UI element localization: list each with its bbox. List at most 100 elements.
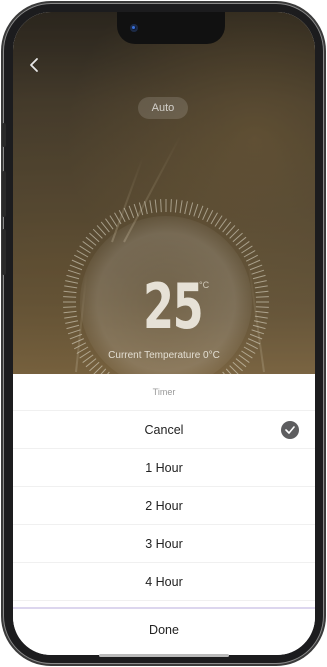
dial-tick: [114, 212, 122, 225]
dial-tick: [63, 296, 77, 298]
dial-tick: [255, 290, 269, 294]
dial-tick: [174, 199, 178, 213]
dial-tick: [232, 232, 243, 243]
dial-tick: [63, 290, 77, 294]
dial-tick: [123, 207, 130, 220]
temperature-unit: °C: [199, 280, 210, 290]
dial-tick: [63, 306, 77, 308]
dial-tick: [210, 212, 218, 225]
dial-tick: [96, 225, 107, 236]
dial-tick: [222, 221, 232, 233]
dial-tick: [64, 315, 78, 319]
dial-tick: [63, 310, 77, 314]
dial-tick: [64, 285, 78, 289]
dial-tick: [89, 232, 100, 243]
dial-tick: [254, 285, 268, 289]
dial-tick: [67, 329, 81, 335]
dial-tick: [73, 342, 87, 350]
dial-tick: [67, 269, 81, 275]
dial-tick: [118, 209, 126, 223]
sheet-title: Timer: [13, 374, 315, 411]
option-label: 4 Hour: [145, 574, 183, 589]
dial-tick: [241, 245, 253, 254]
dial-tick: [253, 280, 267, 284]
dial-tick: [128, 205, 135, 219]
dial-tick: [248, 259, 261, 266]
dial-tick: [160, 199, 162, 213]
dial-tick: [149, 200, 153, 214]
dial-tick: [249, 333, 263, 340]
dial-tick: [232, 361, 243, 372]
dial-tick: [170, 199, 172, 213]
dial-tick: [66, 274, 80, 280]
dial-tick: [89, 361, 100, 372]
dial-tick: [252, 274, 266, 280]
dial-tick: [255, 310, 269, 314]
timer-option-2-hour[interactable]: 2 Hour: [13, 487, 315, 525]
dial-tick: [214, 215, 223, 227]
dial-tick: [92, 228, 103, 239]
dial-tick: [252, 324, 266, 330]
dial-tick: [109, 215, 118, 227]
dial-tick: [235, 236, 247, 246]
dial-tick: [184, 201, 188, 215]
volume-up-button: [2, 171, 6, 217]
dial-tick: [251, 269, 265, 275]
dial-tick: [85, 236, 97, 246]
dial-tick: [254, 315, 268, 319]
dial-tick: [69, 264, 83, 271]
dial-tick: [202, 207, 209, 220]
dial-tick: [79, 245, 91, 254]
dial-tick: [82, 241, 94, 250]
dial-tick: [65, 320, 79, 324]
timer-option-4-hour[interactable]: 4 Hour: [13, 563, 315, 601]
divider: [13, 607, 315, 609]
dial-tick: [193, 203, 199, 217]
dial-tick: [197, 205, 204, 219]
dial-tick: [248, 338, 261, 345]
option-label: 2 Hour: [145, 498, 183, 513]
dial-tick: [225, 225, 236, 236]
set-temperature: 25: [143, 270, 204, 343]
checkmark-icon: [281, 421, 299, 439]
option-label: 3 Hour: [145, 536, 183, 551]
dial-tick: [245, 342, 259, 350]
option-label: 1 Hour: [145, 460, 183, 475]
dial-tick: [206, 209, 214, 223]
timer-sheet: Timer Cancel 1 Hour 2 Hour 3 Hour 4 Hour…: [13, 374, 315, 655]
mode-button[interactable]: Auto: [138, 97, 188, 119]
back-chevron-icon[interactable]: [23, 54, 45, 76]
dial-tick: [251, 329, 265, 335]
timer-option-1-hour[interactable]: 1 Hour: [13, 449, 315, 487]
home-indicator: [99, 654, 229, 657]
timer-option-cancel[interactable]: Cancel: [13, 411, 315, 449]
done-button[interactable]: Done: [13, 611, 315, 649]
dial-tick: [65, 280, 79, 284]
dial-tick: [73, 254, 87, 262]
dial-tick: [76, 250, 89, 258]
volume-down-button: [2, 229, 6, 275]
dial-tick: [69, 333, 83, 340]
dial-tick: [249, 264, 263, 271]
notch: [117, 12, 225, 44]
option-label: Cancel: [144, 422, 184, 437]
dial-tick: [188, 202, 194, 216]
dial-tick: [144, 201, 148, 215]
dial-tick: [105, 218, 114, 230]
dial-tick: [154, 199, 158, 213]
timer-option-3-hour[interactable]: 3 Hour: [13, 525, 315, 563]
dial-tick: [100, 221, 110, 233]
dial-tick: [229, 228, 240, 239]
dial-tick: [71, 338, 84, 345]
dial-tick: [238, 241, 250, 250]
phone-frame: Auto 25 °C Current Temperature 0°C Timer…: [2, 3, 324, 664]
dial-tick: [255, 306, 269, 308]
dial-tick: [138, 202, 144, 216]
dial-tick: [245, 254, 259, 262]
dial-tick: [71, 259, 84, 266]
dial-tick: [218, 218, 227, 230]
dial-tick: [243, 250, 256, 258]
silent-switch: [2, 123, 6, 147]
dial-tick: [253, 320, 267, 324]
front-camera-icon: [130, 24, 138, 32]
